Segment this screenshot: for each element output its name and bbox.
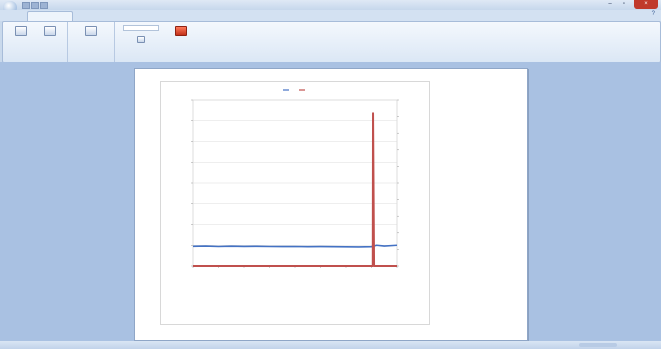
ribbon-group-zoom (68, 22, 115, 62)
close-preview-button[interactable] (165, 26, 197, 38)
series-line-1 (193, 112, 397, 267)
ribbon-group-print (3, 22, 68, 62)
minimize-icon[interactable]: – (605, 0, 615, 9)
page-setup-icon (44, 26, 56, 36)
zoom-button[interactable] (76, 26, 106, 38)
help-icon[interactable]: ? (652, 11, 655, 17)
ribbon-tabs: ? (0, 10, 661, 22)
status-bar (0, 341, 661, 349)
margins-icon (137, 36, 145, 43)
zoom-icon (85, 26, 97, 36)
show-margins-button[interactable] (121, 36, 161, 45)
save-icon[interactable] (22, 2, 30, 9)
ribbon (2, 21, 661, 63)
print-icon (15, 26, 27, 36)
close-preview-icon (175, 26, 187, 36)
zoom-slider[interactable] (579, 343, 617, 347)
chart-svg (191, 89, 399, 268)
next-page-combo[interactable] (123, 25, 159, 31)
close-icon[interactable]: × (634, 0, 658, 9)
ribbon-group-preview (115, 22, 201, 62)
preview-workspace[interactable] (0, 62, 661, 341)
maximize-icon[interactable]: ▫ (618, 0, 630, 9)
preview-page (134, 68, 528, 341)
title-bar: – ▫ × (0, 0, 661, 14)
chart-area (160, 81, 430, 325)
redo-icon[interactable] (40, 2, 48, 9)
page-setup-button[interactable] (36, 26, 64, 38)
print-button[interactable] (8, 26, 34, 38)
undo-icon[interactable] (31, 2, 39, 9)
